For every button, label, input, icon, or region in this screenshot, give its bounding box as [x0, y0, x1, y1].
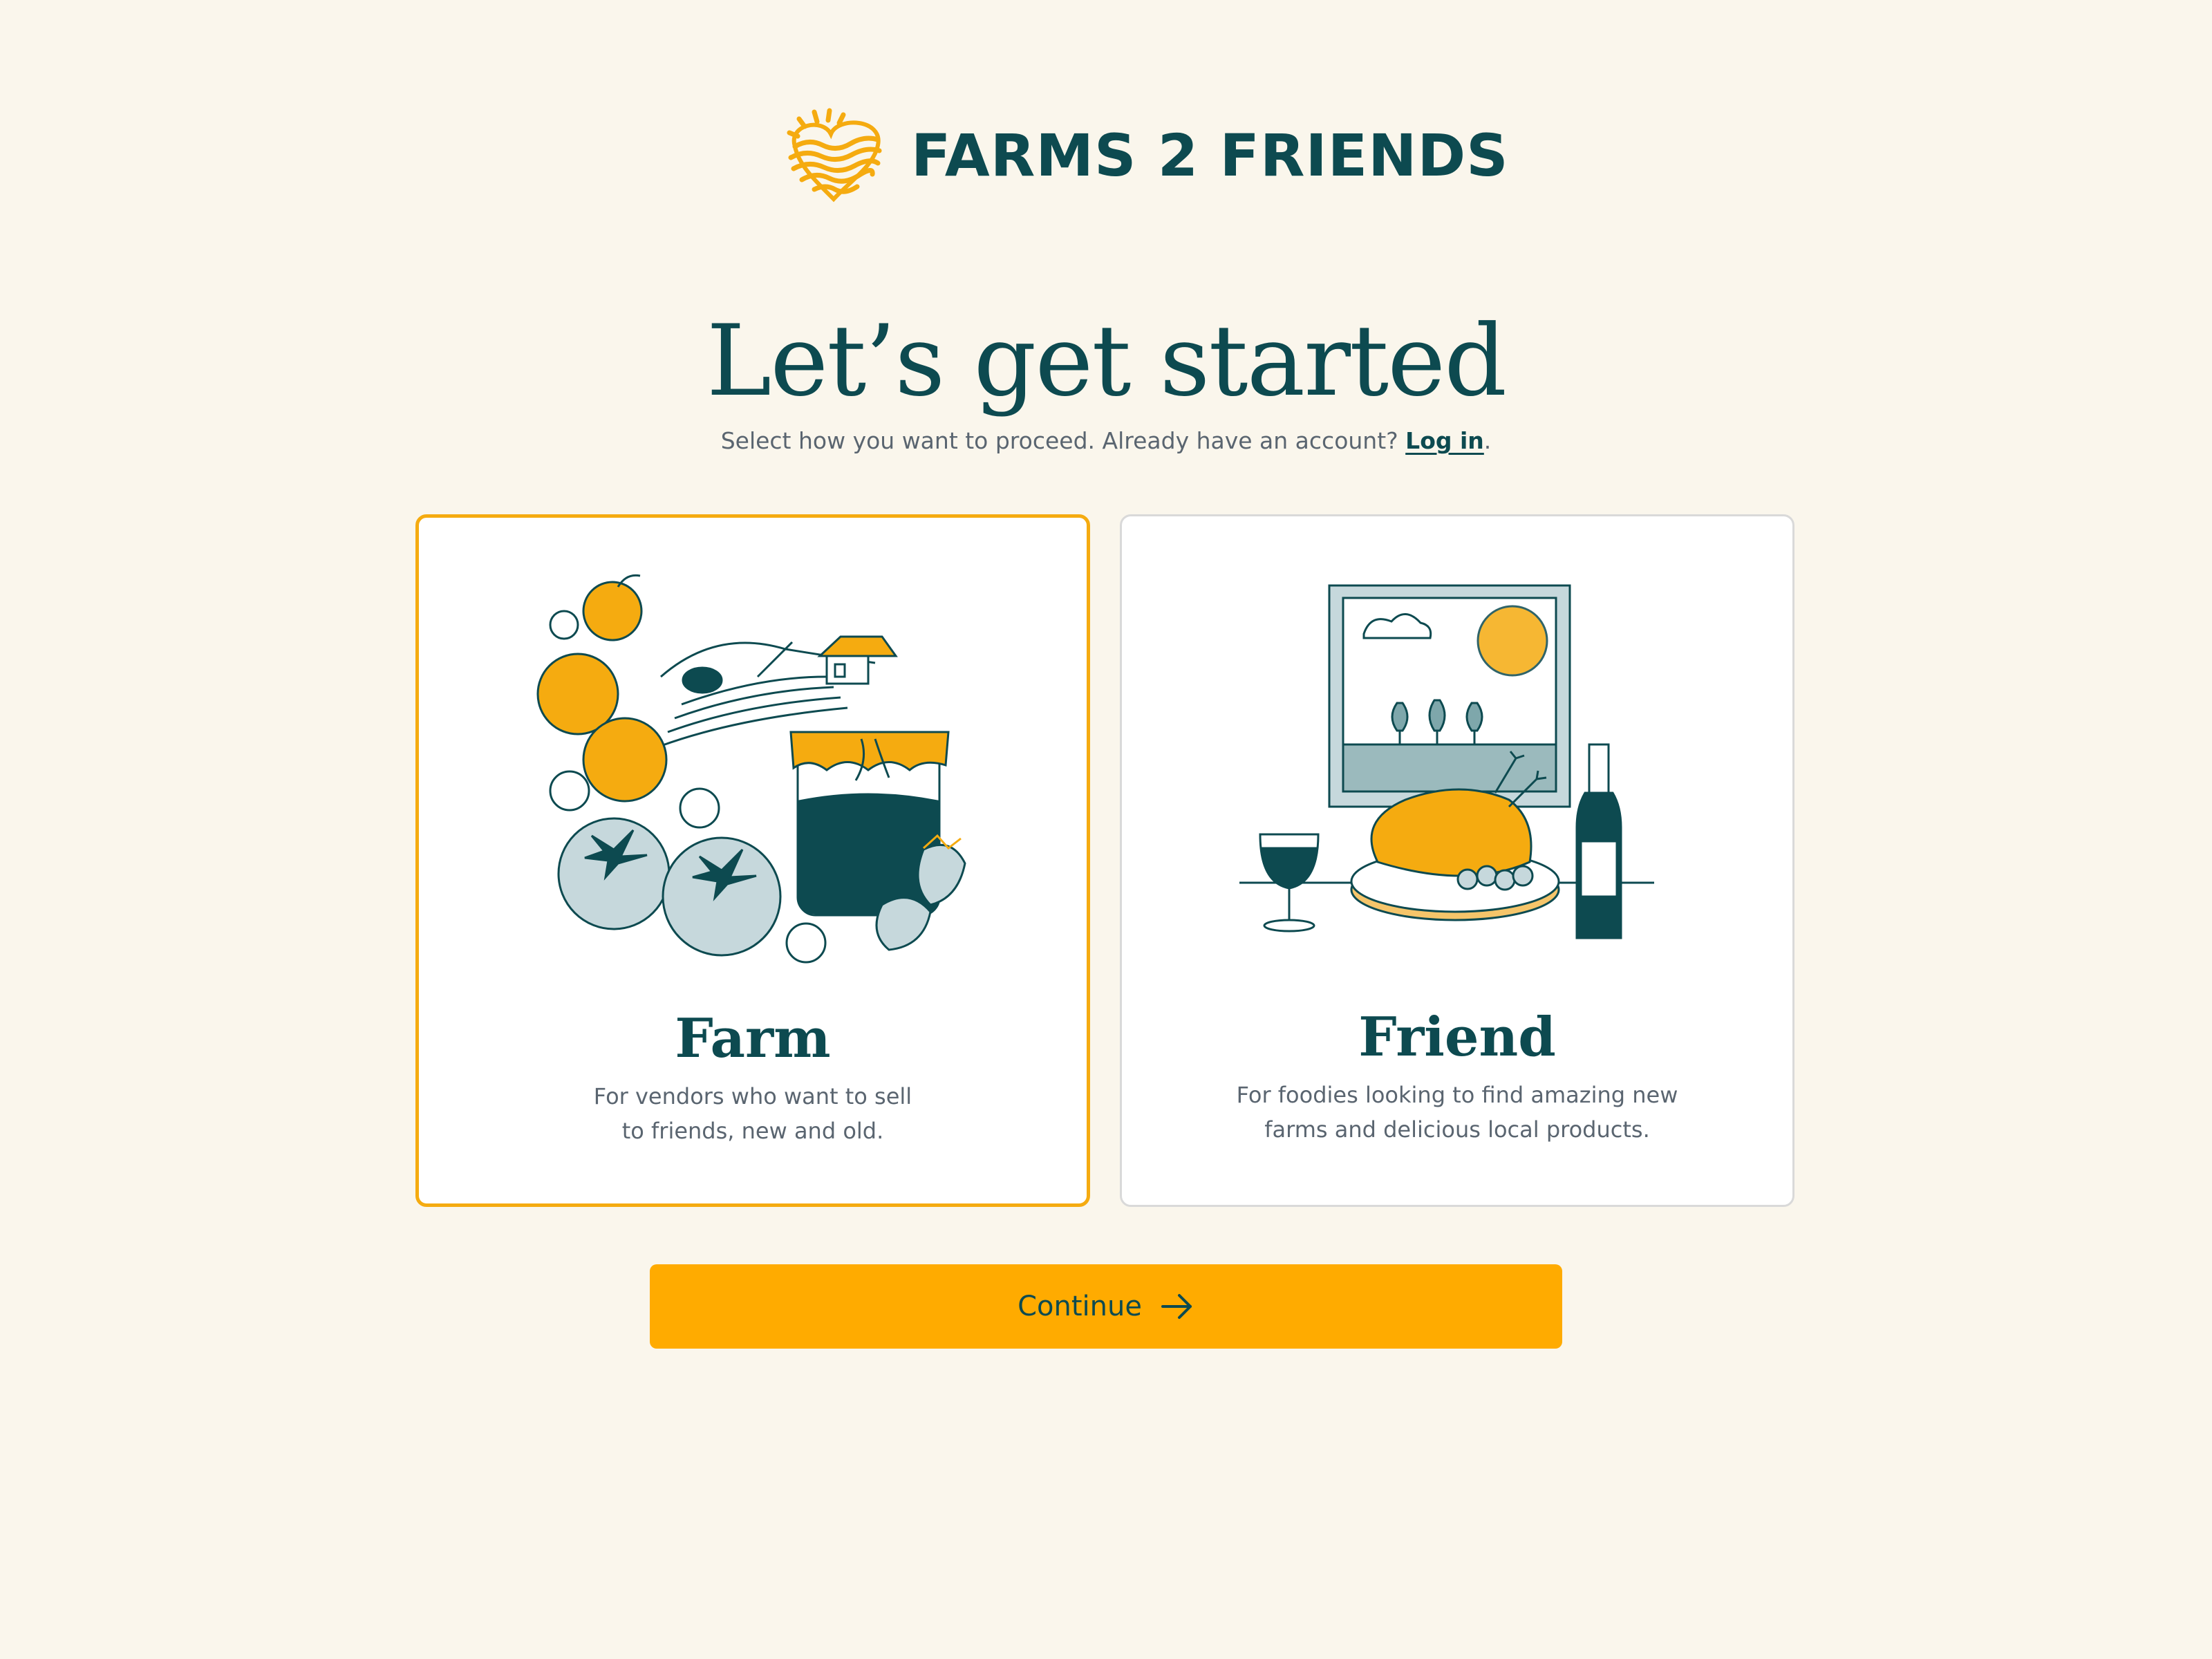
subtitle-text: Select how you want to proceed. Already …: [720, 427, 1398, 454]
option-description: For foodies looking to find amazing new …: [1122, 1078, 1792, 1147]
continue-label: Continue: [1018, 1291, 1142, 1322]
brand-name: FARMS 2 FRIENDS: [911, 122, 1509, 189]
arrow-right-icon: [1161, 1294, 1192, 1319]
login-link[interactable]: Log in: [1405, 427, 1484, 454]
option-description-line: For vendors who want to sell: [593, 1083, 912, 1109]
page-title: Let’s get started: [706, 304, 1507, 418]
option-description-line: For foodies looking to find amazing new: [1236, 1082, 1678, 1108]
option-card-farm[interactable]: Farm For vendors who want to sell to fri…: [415, 514, 1090, 1207]
sun-heart-icon: [787, 108, 882, 203]
subtitle-suffix: .: [1483, 427, 1492, 454]
option-description-line: to friends, new and old.: [621, 1118, 884, 1144]
option-description-line: farms and delicious local products.: [1264, 1116, 1650, 1143]
farm-produce-illustration: [536, 574, 966, 964]
dinner-table-illustration: [1239, 584, 1654, 939]
option-title: Friend: [1358, 1006, 1556, 1069]
continue-button[interactable]: Continue: [650, 1264, 1562, 1349]
brand-logo[interactable]: FARMS 2 FRIENDS: [781, 104, 1508, 207]
option-description: For vendors who want to sell to friends,…: [419, 1079, 1087, 1148]
page-subtitle: Select how you want to proceed. Already …: [0, 427, 2212, 454]
option-card-friend[interactable]: Friend For foodies looking to find amazi…: [1120, 514, 1794, 1207]
option-title: Farm: [675, 1007, 831, 1070]
